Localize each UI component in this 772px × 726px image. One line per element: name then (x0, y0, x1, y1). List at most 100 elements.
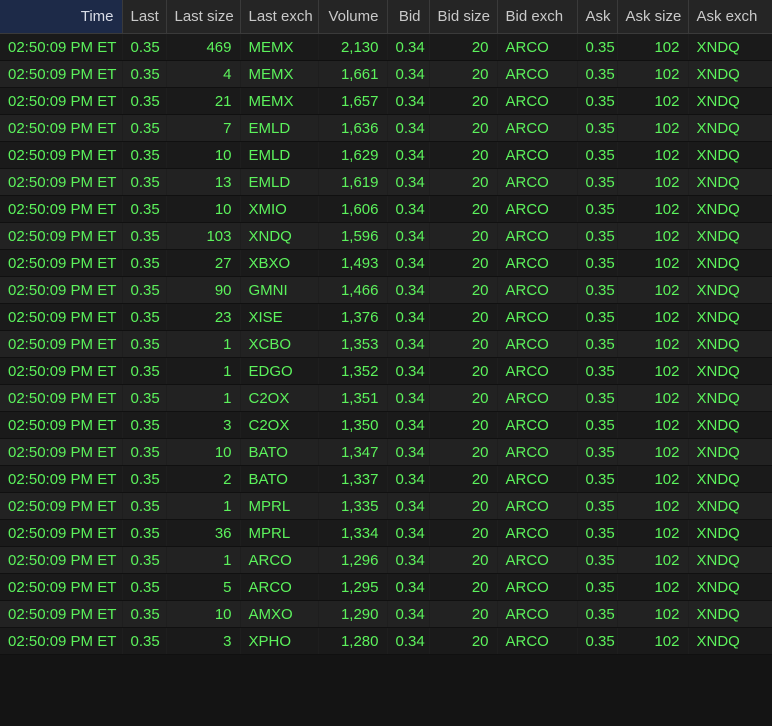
cell-ask-exch: XNDQ (688, 384, 772, 412)
cell-ask-size: 102 (617, 114, 689, 142)
table-row[interactable]: 02:50:09 PM ET 0.35 1 MPRL 1,335 0.34 20 ARCO 0.… (0, 492, 772, 520)
cell-ask-exch: XNDQ (688, 330, 772, 358)
cell-last-size: 10 (166, 141, 241, 169)
cell-ask-size: 102 (617, 330, 689, 358)
table-row[interactable]: 02:50:09 PM ET 0.35 10 EMLD 1,629 0.34 20 ARCO 0… (0, 141, 772, 169)
table-row[interactable]: 02:50:09 PM ET 0.35 7 EMLD 1,636 0.34 20 ARCO 0.… (0, 114, 772, 142)
cell-ask-size: 102 (617, 60, 689, 88)
cell-volume: 1,606 (318, 195, 388, 223)
cell-last-exch: MPRL (240, 492, 319, 520)
column-header-ask[interactable]: Ask (577, 0, 618, 34)
table-row[interactable]: 02:50:09 PM ET 0.35 469 MEMX 2,130 0.34 20 ARCO… (0, 33, 772, 61)
table-row[interactable]: 02:50:09 PM ET 0.35 3 C2OX 1,350 0.34 20 ARCO 0.… (0, 411, 772, 439)
cell-time: 02:50:09 PM ET (0, 492, 123, 520)
table-row[interactable]: 02:50:09 PM ET 0.35 3 XPHO 1,280 0.34 20 ARCO 0.… (0, 627, 772, 655)
cell-last-size: 7 (166, 114, 241, 142)
table-row[interactable]: 02:50:09 PM ET 0.35 10 BATO 1,347 0.34 20 ARCO 0… (0, 438, 772, 466)
table-row[interactable]: 02:50:09 PM ET 0.35 4 MEMX 1,661 0.34 20 ARCO 0.… (0, 60, 772, 88)
cell-bid-size: 20 (429, 222, 498, 250)
cell-ask: 0.35 (577, 87, 618, 115)
cell-bid-size: 20 (429, 141, 498, 169)
cell-time: 02:50:09 PM ET (0, 303, 123, 331)
cell-ask-exch: XNDQ (688, 87, 772, 115)
cell-ask-exch: XNDQ (688, 627, 772, 655)
cell-volume: 1,280 (318, 627, 388, 655)
cell-ask-exch: XNDQ (688, 411, 772, 439)
cell-bid: 0.34 (387, 492, 430, 520)
cell-ask-size: 102 (617, 519, 689, 547)
cell-ask: 0.35 (577, 276, 618, 304)
column-header-bid-size[interactable]: Bid size (429, 0, 498, 34)
cell-volume: 1,629 (318, 141, 388, 169)
table-row[interactable]: 02:50:09 PM ET 0.35 21 MEMX 1,657 0.34 20 ARCO 0… (0, 87, 772, 115)
cell-last: 0.35 (122, 384, 167, 412)
table-row[interactable]: 02:50:09 PM ET 0.35 1 XCBO 1,353 0.34 20 ARCO 0.… (0, 330, 772, 358)
cell-last-exch: EMLD (240, 168, 319, 196)
cell-last-exch: C2OX (240, 411, 319, 439)
cell-last: 0.35 (122, 222, 167, 250)
cell-ask-exch: XNDQ (688, 141, 772, 169)
cell-volume: 1,376 (318, 303, 388, 331)
cell-last: 0.35 (122, 465, 167, 493)
column-header-last-exch[interactable]: Last exch (240, 0, 319, 34)
table-row[interactable]: 02:50:09 PM ET 0.35 1 ARCO 1,296 0.34 20 ARCO 0.… (0, 546, 772, 574)
cell-last-exch: XCBO (240, 330, 319, 358)
column-header-ask-exch[interactable]: Ask exch (688, 0, 772, 34)
table-row[interactable]: 02:50:09 PM ET 0.35 23 XISE 1,376 0.34 20 ARCO 0… (0, 303, 772, 331)
table-row[interactable]: 02:50:09 PM ET 0.35 1 C2OX 1,351 0.34 20 ARCO 0.… (0, 384, 772, 412)
cell-ask: 0.35 (577, 357, 618, 385)
table-row[interactable]: 02:50:09 PM ET 0.35 103 XNDQ 1,596 0.34 20 ARCO… (0, 222, 772, 250)
table-row[interactable]: 02:50:09 PM ET 0.35 90 GMNI 1,466 0.34 20 ARCO 0… (0, 276, 772, 304)
cell-time: 02:50:09 PM ET (0, 195, 123, 223)
column-header-bid[interactable]: Bid (387, 0, 430, 34)
cell-bid: 0.34 (387, 465, 430, 493)
cell-last-exch: ARCO (240, 546, 319, 574)
cell-volume: 1,337 (318, 465, 388, 493)
column-header-last[interactable]: Last (122, 0, 167, 34)
cell-volume: 1,661 (318, 60, 388, 88)
cell-ask-exch: XNDQ (688, 195, 772, 223)
cell-last-size: 469 (166, 33, 241, 61)
cell-time: 02:50:09 PM ET (0, 222, 123, 250)
cell-bid-exch: ARCO (497, 357, 578, 385)
cell-time: 02:50:09 PM ET (0, 573, 123, 601)
table-row[interactable]: 02:50:09 PM ET 0.35 5 ARCO 1,295 0.34 20 ARCO 0.… (0, 573, 772, 601)
cell-last-size: 36 (166, 519, 241, 547)
column-header-bid-exch[interactable]: Bid exch (497, 0, 578, 34)
cell-volume: 2,130 (318, 33, 388, 61)
cell-last: 0.35 (122, 330, 167, 358)
cell-ask: 0.35 (577, 546, 618, 574)
table-row[interactable]: 02:50:09 PM ET 0.35 27 XBXO 1,493 0.34 20 ARCO 0… (0, 249, 772, 277)
cell-bid-exch: ARCO (497, 87, 578, 115)
column-header-time[interactable]: Time (0, 0, 123, 34)
cell-time: 02:50:09 PM ET (0, 357, 123, 385)
cell-time: 02:50:09 PM ET (0, 33, 123, 61)
cell-time: 02:50:09 PM ET (0, 276, 123, 304)
table-row[interactable]: 02:50:09 PM ET 0.35 10 AMXO 1,290 0.34 20 ARCO 0… (0, 600, 772, 628)
cell-volume: 1,351 (318, 384, 388, 412)
cell-bid: 0.34 (387, 627, 430, 655)
cell-last-size: 1 (166, 384, 241, 412)
cell-last-size: 10 (166, 600, 241, 628)
cell-last: 0.35 (122, 114, 167, 142)
cell-ask: 0.35 (577, 627, 618, 655)
cell-last-exch: MEMX (240, 60, 319, 88)
table-row[interactable]: 02:50:09 PM ET 0.35 1 EDGO 1,352 0.34 20 ARCO 0.… (0, 357, 772, 385)
cell-volume: 1,353 (318, 330, 388, 358)
cell-ask: 0.35 (577, 249, 618, 277)
cell-bid-size: 20 (429, 330, 498, 358)
cell-ask-size: 102 (617, 141, 689, 169)
column-header-last-size[interactable]: Last size (166, 0, 241, 34)
column-header-ask-size[interactable]: Ask size (617, 0, 689, 34)
cell-bid: 0.34 (387, 168, 430, 196)
cell-ask-exch: XNDQ (688, 519, 772, 547)
table-row[interactable]: 02:50:09 PM ET 0.35 36 MPRL 1,334 0.34 20 ARCO 0… (0, 519, 772, 547)
cell-ask-size: 102 (617, 411, 689, 439)
cell-ask: 0.35 (577, 384, 618, 412)
cell-bid-exch: ARCO (497, 168, 578, 196)
cell-last: 0.35 (122, 141, 167, 169)
table-row[interactable]: 02:50:09 PM ET 0.35 13 EMLD 1,619 0.34 20 ARCO 0… (0, 168, 772, 196)
table-row[interactable]: 02:50:09 PM ET 0.35 10 XMIO 1,606 0.34 20 ARCO 0… (0, 195, 772, 223)
column-header-volume[interactable]: Volume (318, 0, 388, 34)
table-row[interactable]: 02:50:09 PM ET 0.35 2 BATO 1,337 0.34 20 ARCO 0.… (0, 465, 772, 493)
